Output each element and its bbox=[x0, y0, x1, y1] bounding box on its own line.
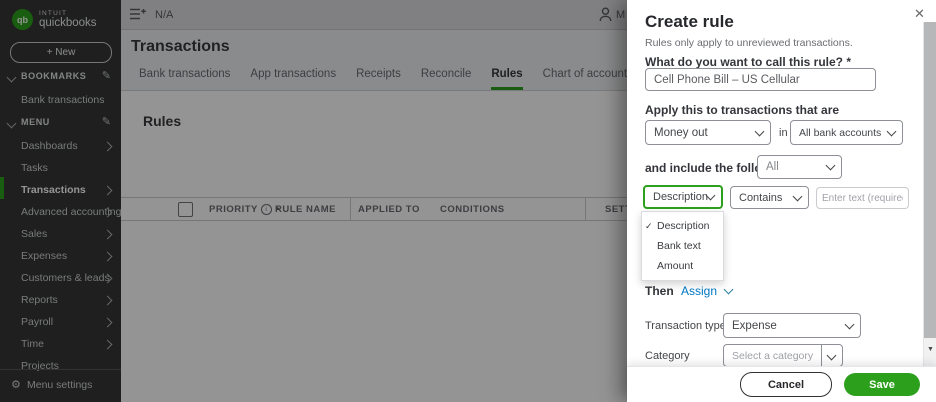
chevron-down-icon bbox=[754, 126, 765, 136]
menu-item-description[interactable]: ✓ Description bbox=[642, 216, 723, 236]
match-all-select[interactable]: All bbox=[757, 155, 842, 179]
chevron-down-icon[interactable] bbox=[723, 284, 734, 295]
quickbooks-app: qb INTUIT quickbooks + New BOOKMARKS ✎ B… bbox=[0, 0, 936, 402]
category-dropdown-button[interactable] bbox=[821, 344, 843, 367]
category-label: Category bbox=[645, 350, 690, 362]
condition-field-menu: ✓ Description Bank text Amount bbox=[641, 211, 724, 281]
then-assign-row: Then Assign bbox=[645, 284, 734, 298]
chevron-down-icon bbox=[886, 126, 897, 136]
condition-text-input[interactable] bbox=[816, 187, 909, 209]
bank-account-select[interactable]: All bank accounts bbox=[790, 120, 903, 145]
assign-link[interactable]: Assign bbox=[681, 284, 717, 298]
menu-item-bank-text[interactable]: Bank text bbox=[642, 236, 723, 256]
then-label: Then bbox=[645, 284, 674, 298]
scrollbar-thumb[interactable] bbox=[924, 22, 936, 338]
menu-item-label: Amount bbox=[657, 260, 694, 272]
create-rule-panel: ✕ Create rule Rules only apply to unrevi… bbox=[627, 0, 936, 402]
check-icon: ✓ bbox=[645, 221, 653, 231]
menu-item-label: Description bbox=[657, 220, 710, 232]
bank-account-value: All bank accounts bbox=[799, 126, 882, 139]
cancel-button-label: Cancel bbox=[767, 378, 805, 391]
scroll-down-icon[interactable]: ▼ bbox=[927, 346, 934, 353]
save-button-label: Save bbox=[869, 378, 895, 391]
menu-item-label: Bank text bbox=[657, 240, 701, 252]
rule-name-input[interactable] bbox=[645, 68, 876, 91]
panel-scrollbar[interactable]: ▼ bbox=[923, 22, 936, 366]
condition-operator-select[interactable]: Contains bbox=[730, 186, 809, 209]
money-direction-select[interactable]: Money out bbox=[645, 120, 771, 145]
condition-field-value: Description bbox=[653, 191, 709, 203]
panel-subtitle: Rules only apply to unreviewed transacti… bbox=[645, 37, 853, 49]
close-icon[interactable]: ✕ bbox=[914, 6, 925, 22]
rule-name-label: What do you want to call this rule? * bbox=[645, 55, 852, 69]
chevron-down-icon bbox=[826, 350, 837, 361]
save-button[interactable]: Save bbox=[844, 373, 920, 396]
chevron-down-icon bbox=[844, 319, 855, 329]
panel-footer: Cancel Save bbox=[627, 366, 936, 402]
condition-field-select[interactable]: Description bbox=[643, 185, 723, 209]
chevron-down-icon bbox=[792, 191, 803, 201]
cancel-button[interactable]: Cancel bbox=[740, 372, 832, 397]
transaction-type-select[interactable]: Expense bbox=[723, 313, 861, 338]
transaction-type-value: Expense bbox=[732, 319, 777, 332]
money-direction-value: Money out bbox=[654, 126, 708, 139]
chevron-down-icon bbox=[825, 160, 836, 171]
category-input[interactable] bbox=[723, 344, 822, 367]
apply-to-label: Apply this to transactions that are bbox=[645, 103, 840, 117]
in-label: in bbox=[779, 127, 788, 139]
transaction-type-label: Transaction type bbox=[645, 320, 726, 332]
menu-item-amount[interactable]: Amount bbox=[642, 256, 723, 276]
modal-overlay bbox=[0, 0, 627, 402]
condition-operator-value: Contains bbox=[739, 191, 783, 204]
panel-title: Create rule bbox=[645, 12, 734, 31]
match-all-value: All bbox=[766, 161, 779, 173]
